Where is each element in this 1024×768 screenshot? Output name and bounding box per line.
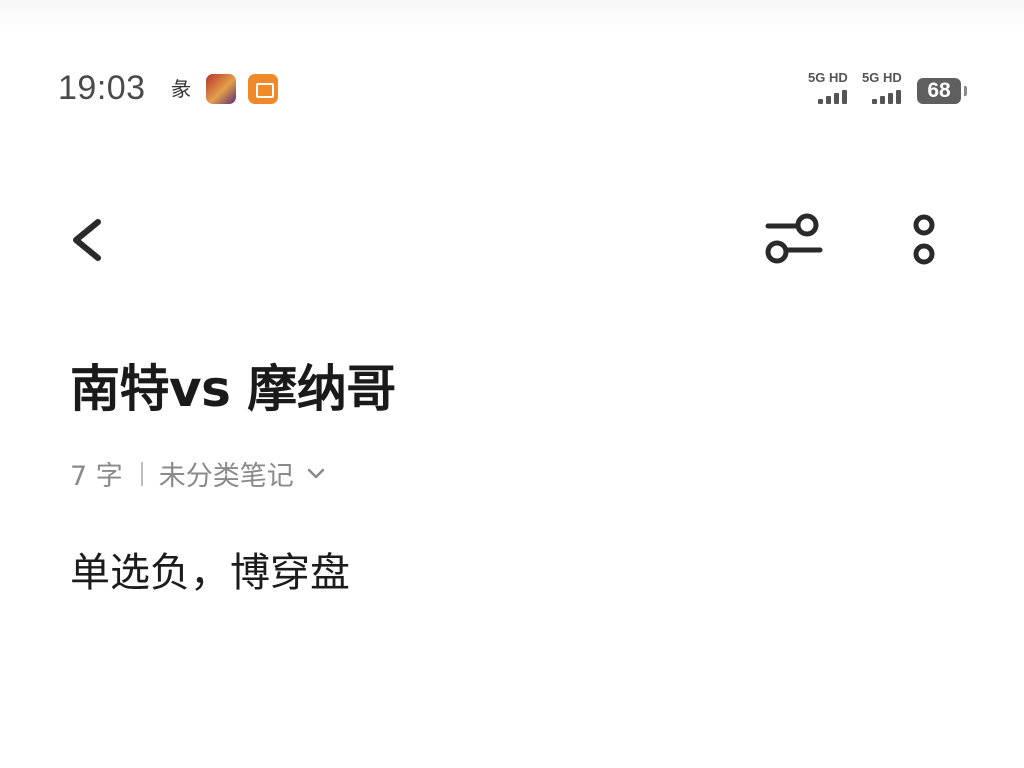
category-selector[interactable]: 未分类笔记: [159, 454, 326, 493]
sim2-signal: 5G HD: [862, 70, 912, 106]
more-button[interactable]: [898, 206, 954, 272]
chevron-down-icon: [307, 468, 325, 478]
filter-button[interactable]: [760, 206, 830, 272]
shopping-app-icon: [248, 74, 278, 104]
sim1-signal: 5G HD: [808, 70, 858, 106]
note-meta: 7 字 未分类笔记: [70, 454, 326, 493]
category-label: 未分类笔记: [158, 461, 294, 492]
status-bar: 19:03 彖 5G HD 5G HD 68: [0, 62, 1024, 118]
note-screen: 19:03 彖 5G HD 5G HD 68 南特vs 摩纳哥 7 字 未分类笔…: [0, 0, 1024, 768]
sim2-bars-icon: [872, 90, 908, 104]
game-app-icon: [206, 74, 236, 104]
status-time: 19:03: [58, 69, 146, 107]
calligraphy-app-icon: 彖: [171, 77, 191, 101]
sim1-label: 5G HD: [808, 70, 848, 85]
note-body[interactable]: 单选负，博穿盘: [70, 540, 350, 598]
sliders-icon: [765, 213, 823, 264]
chevron-left-icon: [73, 219, 101, 261]
word-count: 7 字: [70, 461, 123, 492]
back-button[interactable]: [64, 210, 120, 270]
more-vertical-icon: [913, 214, 935, 265]
meta-divider: [140, 461, 143, 486]
top-band: [0, 0, 1024, 34]
battery-indicator: 68: [917, 78, 967, 104]
note-title[interactable]: 南特vs 摩纳哥: [70, 349, 396, 421]
sim2-label: 5G HD: [862, 70, 902, 85]
sim1-bars-icon: [818, 90, 854, 104]
